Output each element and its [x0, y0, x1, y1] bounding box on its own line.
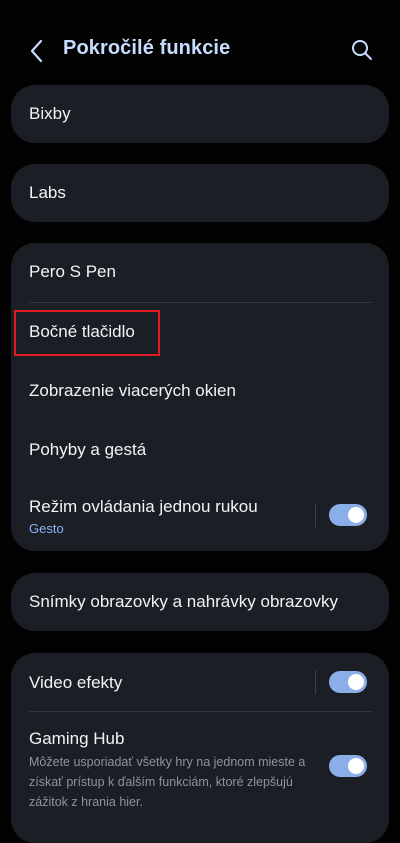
menu-item-label: Zobrazenie viacerých okien [29, 381, 236, 400]
menu-item-zobrazenie-viacerych-okien[interactable]: Zobrazenie viacerých okien [11, 362, 389, 420]
menu-item-label: Bixby [29, 104, 71, 123]
menu-item-gaming-hub[interactable]: Gaming Hub Môžete usporiadať všetky hry … [11, 712, 389, 842]
menu-item-rezim-jednou-rukou[interactable]: Režim ovládania jednou rukou Gesto [11, 480, 389, 550]
menu-item-snimky-obrazovky[interactable]: Snímky obrazovky a nahrávky obrazovky [11, 573, 389, 631]
menu-item-sublabel: Gesto [29, 521, 64, 536]
chevron-left-icon[interactable] [26, 38, 48, 64]
menu-item-description: Môžete usporiadať všetky hry na jednom m… [29, 755, 306, 809]
vertical-separator [315, 670, 316, 694]
menu-item-bixby[interactable]: Bixby [11, 85, 389, 143]
card-pen-and-gestures: Pero S Pen Bočné tlačidlo Zobrazenie via… [11, 243, 389, 551]
video-effects-toggle[interactable] [329, 671, 367, 693]
menu-item-label: Video efekty [29, 673, 123, 692]
menu-item-label: Pero S Pen [29, 262, 116, 281]
card-labs: Labs [11, 164, 389, 222]
menu-item-label: Pohyby a gestá [29, 440, 147, 459]
search-icon[interactable] [350, 38, 374, 62]
gaming-hub-toggle[interactable] [329, 755, 367, 777]
menu-item-pero-s-pen[interactable]: Pero S Pen [11, 243, 389, 302]
menu-item-label: Labs [29, 183, 66, 202]
card-bixby: Bixby [11, 85, 389, 143]
card-screenshots: Snímky obrazovky a nahrávky obrazovky [11, 573, 389, 631]
vertical-separator [315, 503, 316, 527]
highlight-box [14, 310, 160, 356]
menu-item-labs[interactable]: Labs [11, 164, 389, 222]
menu-item-pohyby-a-gesta[interactable]: Pohyby a gestá [11, 421, 389, 479]
page-title: Pokročilé funkcie [63, 37, 231, 59]
menu-item-label: Režim ovládania jednou rukou [29, 497, 258, 516]
menu-item-video-efekty[interactable]: Video efekty [11, 653, 389, 711]
menu-item-label: Gaming Hub [29, 729, 125, 748]
one-hand-mode-toggle[interactable] [329, 504, 367, 526]
menu-item-label: Snímky obrazovky a nahrávky obrazovky [29, 592, 338, 611]
card-video-and-gaming: Video efekty Gaming Hub Môžete usporiada… [11, 653, 389, 843]
